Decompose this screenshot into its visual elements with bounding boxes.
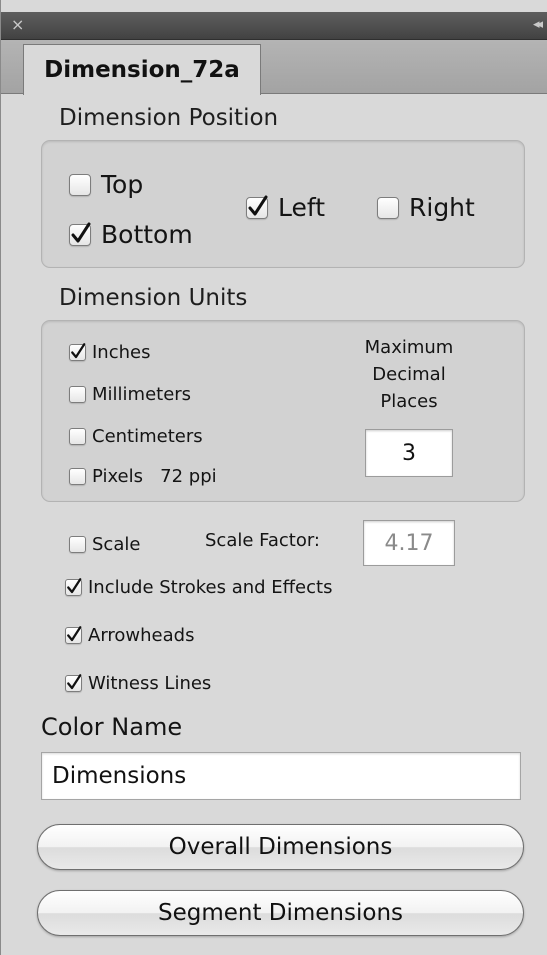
- max-decimal-line-1: Maximum: [364, 337, 454, 358]
- maximum-decimal-places-label: Maximum Decimal Places: [339, 334, 479, 415]
- segment-dimensions-button[interactable]: Segment Dimensions: [37, 890, 524, 936]
- panel-title-bar: × ◂◂: [1, 12, 547, 40]
- inches-label: Inches: [92, 342, 151, 363]
- scale-label: Scale: [92, 534, 141, 555]
- max-decimal-places-input[interactable]: 3: [365, 429, 453, 477]
- scale-factor-label: Scale Factor:: [205, 530, 320, 551]
- top-label: Top: [101, 170, 144, 199]
- include-strokes-checkbox[interactable]: [65, 578, 82, 596]
- pixels-checkbox[interactable]: [69, 468, 86, 485]
- arrowheads-label: Arrowheads: [88, 625, 195, 646]
- pixels-label: Pixels 72 ppi: [92, 466, 217, 487]
- witness-lines-checkbox-row[interactable]: Witness Lines: [65, 673, 211, 694]
- arrowheads-checkbox[interactable]: [65, 626, 82, 644]
- top-checkbox[interactable]: [69, 173, 91, 196]
- tab-dimension[interactable]: Dimension_72a: [23, 44, 261, 95]
- right-label: Right: [409, 193, 475, 222]
- left-checkbox[interactable]: [246, 195, 268, 219]
- bottom-checkbox[interactable]: [69, 222, 91, 246]
- dimension-position-heading: Dimension Position: [59, 105, 279, 131]
- centimeters-checkbox-row[interactable]: Centimeters: [69, 426, 203, 447]
- scale-factor-input[interactable]: 4.17: [363, 520, 455, 566]
- color-name-label: Color Name: [41, 713, 183, 741]
- millimeters-checkbox-row[interactable]: Millimeters: [69, 384, 191, 405]
- arrowheads-checkbox-row[interactable]: Arrowheads: [65, 625, 194, 646]
- left-label: Left: [278, 193, 326, 222]
- include-strokes-label: Include Strokes and Effects: [88, 577, 333, 598]
- top-checkbox-row[interactable]: Top: [69, 170, 143, 199]
- bottom-checkbox-row[interactable]: Bottom: [69, 220, 193, 249]
- checkmark-icon: [67, 578, 82, 594]
- strokes-checkbox-row[interactable]: Include Strokes and Effects: [65, 577, 332, 598]
- color-name-input[interactable]: [41, 752, 521, 800]
- witness-lines-label: Witness Lines: [88, 673, 212, 694]
- centimeters-checkbox[interactable]: [69, 428, 86, 445]
- checkmark-icon: [248, 195, 268, 215]
- left-checkbox-row[interactable]: Left: [246, 193, 325, 222]
- dimension-units-heading: Dimension Units: [59, 285, 248, 311]
- inches-checkbox[interactable]: [69, 343, 86, 361]
- inches-checkbox-row[interactable]: Inches: [69, 342, 150, 363]
- checkmark-icon: [67, 626, 82, 642]
- collapse-icon[interactable]: ◂◂: [533, 14, 543, 36]
- checkmark-icon: [67, 674, 82, 690]
- scale-checkbox[interactable]: [69, 536, 86, 553]
- millimeters-label: Millimeters: [92, 384, 192, 405]
- checkmark-icon: [71, 222, 91, 242]
- bottom-label: Bottom: [101, 220, 193, 249]
- centimeters-label: Centimeters: [92, 426, 203, 447]
- witness-lines-checkbox[interactable]: [65, 674, 82, 692]
- right-checkbox[interactable]: [377, 196, 399, 219]
- checkmark-icon: [71, 343, 86, 359]
- millimeters-checkbox[interactable]: [69, 386, 86, 403]
- right-checkbox-row[interactable]: Right: [377, 193, 475, 222]
- pixels-checkbox-row[interactable]: Pixels 72 ppi: [69, 466, 217, 487]
- max-decimal-line-3: Places: [380, 391, 438, 412]
- dimension-panel: × ◂◂ Dimension_72a Dimension Position To…: [0, 0, 547, 955]
- max-decimal-line-2: Decimal: [372, 364, 446, 385]
- scale-checkbox-row[interactable]: Scale: [69, 534, 140, 555]
- close-icon[interactable]: ×: [11, 14, 24, 36]
- overall-dimensions-button[interactable]: Overall Dimensions: [37, 824, 524, 870]
